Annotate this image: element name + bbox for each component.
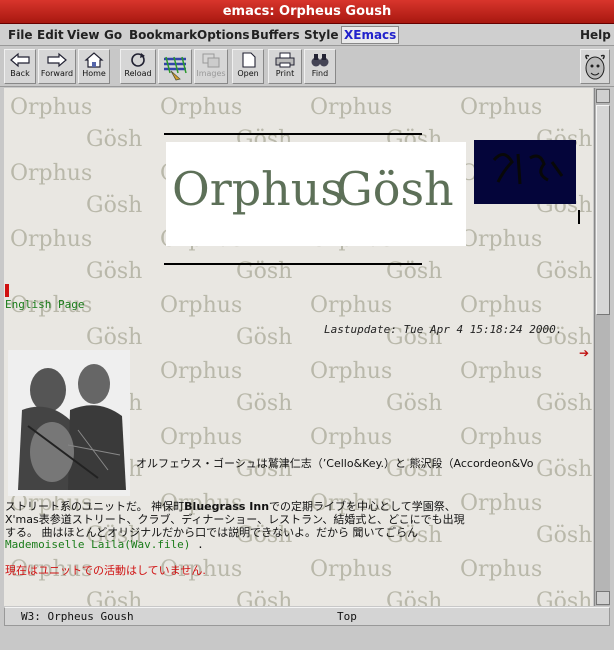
modeline-buffer-name: W3: Orpheus Goush [21, 610, 134, 623]
document-icon [242, 52, 256, 68]
band-photo-sketch-icon [8, 350, 130, 496]
laila-period: . [197, 538, 204, 551]
laila-row: Mademoiselle Laila(Wav.file) . [5, 538, 204, 551]
open-button[interactable]: Open [232, 49, 264, 84]
menu-xemacs[interactable]: XEmacs [341, 26, 400, 44]
w3-weave-icon [164, 56, 187, 81]
menu-style[interactable]: Style [304, 24, 338, 46]
menubar: File Edit View Go Bookmark Options Buffe… [0, 24, 614, 46]
reload-icon [131, 53, 145, 67]
vertical-scrollbar[interactable] [594, 88, 610, 606]
house-icon [84, 52, 104, 68]
logo-word-gosh: Gösh [336, 162, 454, 216]
home-label: Home [82, 69, 106, 78]
menu-file[interactable]: File [8, 24, 33, 46]
back-label: Back [10, 69, 30, 78]
menu-help[interactable]: Help [580, 24, 611, 46]
home-button[interactable]: Home [78, 49, 110, 84]
next-arrow-icon[interactable]: ➔ [579, 346, 589, 360]
intro-line-1: オルフェウス・ゴーシュは鷲津仁志（’Cello&Key.）と 熊沢段（Accor… [136, 457, 534, 470]
menu-options[interactable]: Options [197, 24, 250, 46]
back-arrow-icon [10, 52, 30, 68]
band-photo [8, 350, 130, 496]
back-button[interactable]: Back [4, 49, 36, 84]
find-label: Find [311, 69, 329, 78]
reload-label: Reload [124, 69, 152, 78]
printer-icon [275, 52, 295, 68]
logo-word-orphus: Orphus [172, 162, 345, 216]
english-page-link[interactable]: English Page [5, 298, 84, 311]
find-button[interactable]: Find [304, 49, 336, 84]
menu-edit[interactable]: Edit [37, 24, 64, 46]
open-label: Open [237, 69, 259, 78]
menu-bookmark[interactable]: Bookmark [129, 24, 197, 46]
menu-go[interactable]: Go [104, 24, 122, 46]
print-button[interactable]: Print [268, 49, 302, 84]
gnu-head-icon [585, 54, 605, 80]
forward-button[interactable]: Forward [38, 49, 76, 84]
toolbar: Back Forward Home Reload Images Open Pri… [0, 47, 614, 87]
red-marker [5, 284, 9, 297]
inactive-notice: 現在はユニットでの活動はしていません. [5, 564, 206, 577]
images-icon [202, 53, 220, 68]
orphus-gosh-logo: Orphus Gösh [166, 142, 466, 246]
binoculars-icon [311, 54, 329, 67]
menu-buffers[interactable]: Buffers [251, 24, 300, 46]
scroll-down-arrow-icon[interactable] [596, 591, 610, 605]
menu-view[interactable]: View [67, 24, 99, 46]
window-title: emacs: Orpheus Goush [0, 0, 614, 24]
images-label: Images [196, 69, 226, 78]
reload-button[interactable]: Reload [120, 49, 156, 84]
dark-logo-image [474, 140, 576, 204]
xemacs-logo-button[interactable] [580, 49, 610, 84]
forward-label: Forward [40, 69, 74, 78]
print-label: Print [275, 69, 295, 78]
images-button[interactable]: Images [194, 49, 228, 84]
scroll-thumb[interactable] [596, 105, 610, 315]
stop-loading-button[interactable] [158, 49, 192, 84]
scroll-up-arrow-icon[interactable] [596, 89, 610, 103]
cursor-bar [578, 210, 580, 224]
forward-arrow-icon [47, 52, 67, 68]
laila-wav-link[interactable]: Mademoiselle Laila(Wav.file) [5, 538, 190, 551]
page-content: Orphus Gösh English Page Lastupdate: Tue… [4, 88, 593, 606]
modeline: W3: Orpheus Goush Top [4, 607, 610, 626]
modeline-position: Top [337, 610, 357, 623]
minibuffer[interactable] [0, 627, 614, 650]
last-update-text: Lastupdate: Tue Apr 4 15:18:24 2000. [324, 323, 563, 336]
scribble-logo-icon [492, 153, 564, 185]
